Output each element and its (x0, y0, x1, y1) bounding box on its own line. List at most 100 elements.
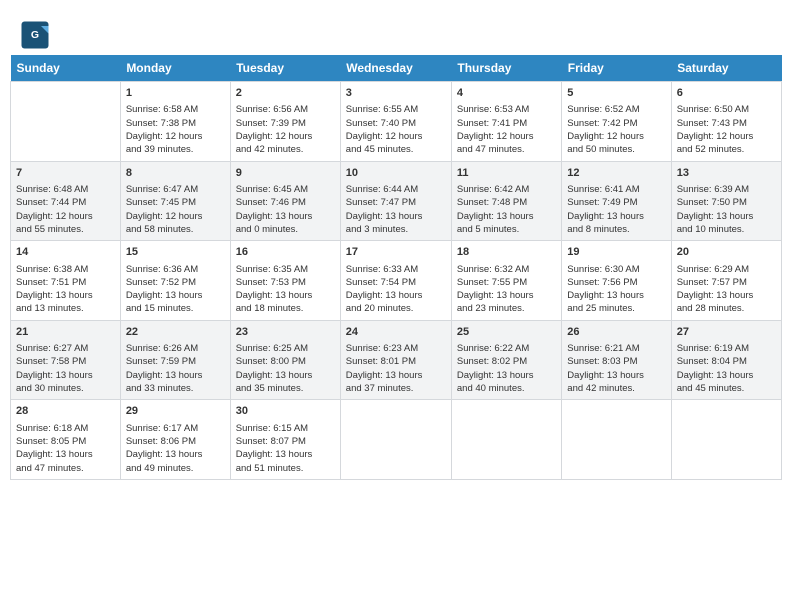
calendar-cell: 22 Sunrise: 6:26 AM Sunset: 7:59 PM Dayli… (120, 320, 230, 400)
day-info: Sunrise: 6:44 AM Sunset: 7:47 PM Dayligh… (346, 183, 446, 236)
day-number: 17 (346, 245, 446, 260)
calendar-cell: 2 Sunrise: 6:56 AM Sunset: 7:39 PM Daylig… (230, 82, 340, 162)
calendar-cell: 28 Sunrise: 6:18 AM Sunset: 8:05 PM Dayli… (11, 400, 121, 480)
calendar-cell: 11 Sunrise: 6:42 AM Sunset: 7:48 PM Dayli… (451, 161, 561, 241)
day-info: Sunrise: 6:30 AM Sunset: 7:56 PM Dayligh… (567, 263, 665, 316)
logo-icon: G (20, 20, 50, 50)
day-header-sunday: Sunday (11, 55, 121, 82)
day-header-tuesday: Tuesday (230, 55, 340, 82)
calendar-cell: 20Sunrise: 6:29 AM Sunset: 7:57 PM Dayli… (671, 241, 781, 321)
page-header: G (10, 10, 782, 55)
day-number: 27 (677, 325, 776, 340)
day-info: Sunrise: 6:48 AM Sunset: 7:44 PM Dayligh… (16, 183, 115, 236)
day-number: 15 (126, 245, 225, 260)
calendar-cell: 25 Sunrise: 6:22 AM Sunset: 8:02 PM Dayli… (451, 320, 561, 400)
day-info: Sunrise: 6:23 AM Sunset: 8:01 PM Dayligh… (346, 342, 446, 395)
day-number: 26 (567, 325, 665, 340)
day-number: 5 (567, 86, 665, 101)
day-number: 25 (457, 325, 556, 340)
calendar-cell: 27 Sunrise: 6:19 AM Sunset: 8:04 PM Dayli… (671, 320, 781, 400)
calendar-cell: 17 Sunrise: 6:33 AM Sunset: 7:54 PM Dayli… (340, 241, 451, 321)
day-number: 19 (567, 245, 665, 260)
calendar-week-1: 1Sunrise: 6:58 AM Sunset: 7:38 PM Daylig… (11, 82, 782, 162)
day-info: Sunrise: 6:35 AM Sunset: 7:53 PM Dayligh… (236, 263, 335, 316)
calendar-cell: 26 Sunrise: 6:21 AM Sunset: 8:03 PM Dayli… (562, 320, 671, 400)
day-info: Sunrise: 6:21 AM Sunset: 8:03 PM Dayligh… (567, 342, 665, 395)
day-number: 9 (236, 166, 335, 181)
day-info: Sunrise: 6:39 AM Sunset: 7:50 PM Dayligh… (677, 183, 776, 236)
day-info: Sunrise: 6:47 AM Sunset: 7:45 PM Dayligh… (126, 183, 225, 236)
calendar-week-5: 28 Sunrise: 6:18 AM Sunset: 8:05 PM Dayli… (11, 400, 782, 480)
day-number: 10 (346, 166, 446, 181)
calendar-cell: 1Sunrise: 6:58 AM Sunset: 7:38 PM Daylig… (120, 82, 230, 162)
calendar-header-row: SundayMondayTuesdayWednesdayThursdayFrid… (11, 55, 782, 82)
day-number: 11 (457, 166, 556, 181)
day-info: Sunrise: 6:25 AM Sunset: 8:00 PM Dayligh… (236, 342, 335, 395)
calendar-cell: 13Sunrise: 6:39 AM Sunset: 7:50 PM Dayli… (671, 161, 781, 241)
day-number: 20 (677, 245, 776, 260)
day-info: Sunrise: 6:22 AM Sunset: 8:02 PM Dayligh… (457, 342, 556, 395)
day-info: Sunrise: 6:38 AM Sunset: 7:51 PM Dayligh… (16, 263, 115, 316)
day-info: Sunrise: 6:55 AM Sunset: 7:40 PM Dayligh… (346, 103, 446, 156)
day-info: Sunrise: 6:32 AM Sunset: 7:55 PM Dayligh… (457, 263, 556, 316)
day-info: Sunrise: 6:41 AM Sunset: 7:49 PM Dayligh… (567, 183, 665, 236)
day-info: Sunrise: 6:26 AM Sunset: 7:59 PM Dayligh… (126, 342, 225, 395)
day-number: 3 (346, 86, 446, 101)
calendar-cell: 30Sunrise: 6:15 AM Sunset: 8:07 PM Dayli… (230, 400, 340, 480)
calendar-week-3: 14 Sunrise: 6:38 AM Sunset: 7:51 PM Dayli… (11, 241, 782, 321)
day-header-monday: Monday (120, 55, 230, 82)
calendar-cell: 5 Sunrise: 6:52 AM Sunset: 7:42 PM Daylig… (562, 82, 671, 162)
calendar-cell (451, 400, 561, 480)
day-info: Sunrise: 6:17 AM Sunset: 8:06 PM Dayligh… (126, 422, 225, 475)
day-info: Sunrise: 6:53 AM Sunset: 7:41 PM Dayligh… (457, 103, 556, 156)
calendar-cell: 9 Sunrise: 6:45 AM Sunset: 7:46 PM Daylig… (230, 161, 340, 241)
day-number: 12 (567, 166, 665, 181)
day-info: Sunrise: 6:58 AM Sunset: 7:38 PM Dayligh… (126, 103, 225, 156)
calendar-cell: 7 Sunrise: 6:48 AM Sunset: 7:44 PM Daylig… (11, 161, 121, 241)
day-number: 7 (16, 166, 115, 181)
calendar-week-2: 7 Sunrise: 6:48 AM Sunset: 7:44 PM Daylig… (11, 161, 782, 241)
day-header-wednesday: Wednesday (340, 55, 451, 82)
calendar-cell (340, 400, 451, 480)
day-number: 8 (126, 166, 225, 181)
calendar-cell (11, 82, 121, 162)
calendar-cell: 8 Sunrise: 6:47 AM Sunset: 7:45 PM Daylig… (120, 161, 230, 241)
calendar-cell (562, 400, 671, 480)
day-info: Sunrise: 6:56 AM Sunset: 7:39 PM Dayligh… (236, 103, 335, 156)
day-info: Sunrise: 6:52 AM Sunset: 7:42 PM Dayligh… (567, 103, 665, 156)
day-info: Sunrise: 6:33 AM Sunset: 7:54 PM Dayligh… (346, 263, 446, 316)
day-info: Sunrise: 6:27 AM Sunset: 7:58 PM Dayligh… (16, 342, 115, 395)
svg-text:G: G (31, 29, 39, 41)
day-number: 21 (16, 325, 115, 340)
day-info: Sunrise: 6:45 AM Sunset: 7:46 PM Dayligh… (236, 183, 335, 236)
day-number: 18 (457, 245, 556, 260)
calendar-cell: 3 Sunrise: 6:55 AM Sunset: 7:40 PM Daylig… (340, 82, 451, 162)
calendar-cell: 24 Sunrise: 6:23 AM Sunset: 8:01 PM Dayli… (340, 320, 451, 400)
day-info: Sunrise: 6:36 AM Sunset: 7:52 PM Dayligh… (126, 263, 225, 316)
day-header-thursday: Thursday (451, 55, 561, 82)
calendar-week-4: 21 Sunrise: 6:27 AM Sunset: 7:58 PM Dayli… (11, 320, 782, 400)
day-number: 16 (236, 245, 335, 260)
day-info: Sunrise: 6:18 AM Sunset: 8:05 PM Dayligh… (16, 422, 115, 475)
calendar-cell: 21 Sunrise: 6:27 AM Sunset: 7:58 PM Dayli… (11, 320, 121, 400)
calendar-cell: 18 Sunrise: 6:32 AM Sunset: 7:55 PM Dayli… (451, 241, 561, 321)
calendar-table: SundayMondayTuesdayWednesdayThursdayFrid… (10, 55, 782, 480)
day-number: 24 (346, 325, 446, 340)
day-number: 2 (236, 86, 335, 101)
day-number: 6 (677, 86, 776, 101)
day-number: 22 (126, 325, 225, 340)
calendar-cell: 23Sunrise: 6:25 AM Sunset: 8:00 PM Dayli… (230, 320, 340, 400)
day-header-saturday: Saturday (671, 55, 781, 82)
day-info: Sunrise: 6:19 AM Sunset: 8:04 PM Dayligh… (677, 342, 776, 395)
day-number: 4 (457, 86, 556, 101)
day-number: 29 (126, 404, 225, 419)
day-info: Sunrise: 6:42 AM Sunset: 7:48 PM Dayligh… (457, 183, 556, 236)
calendar-cell: 19 Sunrise: 6:30 AM Sunset: 7:56 PM Dayli… (562, 241, 671, 321)
day-number: 28 (16, 404, 115, 419)
calendar-cell: 6Sunrise: 6:50 AM Sunset: 7:43 PM Daylig… (671, 82, 781, 162)
logo: G (20, 20, 54, 50)
calendar-cell: 14 Sunrise: 6:38 AM Sunset: 7:51 PM Dayli… (11, 241, 121, 321)
calendar-cell: 29 Sunrise: 6:17 AM Sunset: 8:06 PM Dayli… (120, 400, 230, 480)
calendar-cell: 10 Sunrise: 6:44 AM Sunset: 7:47 PM Dayli… (340, 161, 451, 241)
day-number: 14 (16, 245, 115, 260)
